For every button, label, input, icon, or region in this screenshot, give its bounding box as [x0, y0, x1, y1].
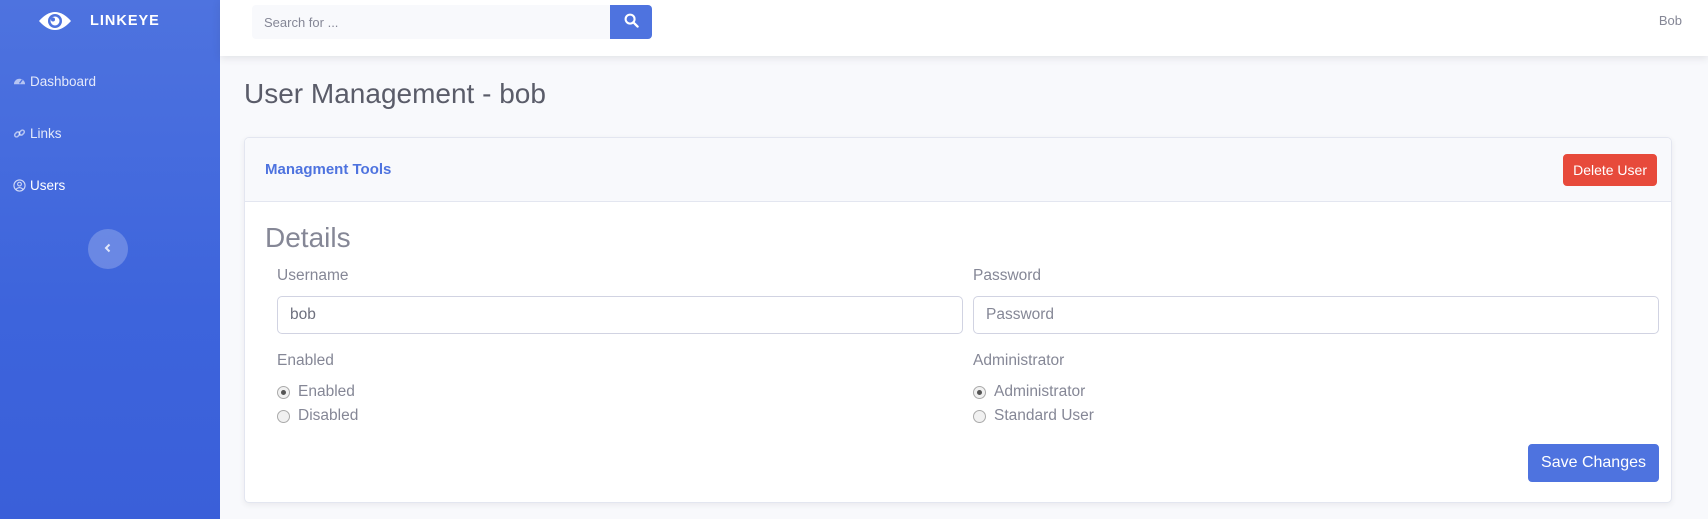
delete-user-button[interactable]: Delete User: [1563, 154, 1657, 186]
radio-label: Standard User: [994, 407, 1094, 424]
card-header: Managment Tools Delete User: [245, 138, 1671, 202]
radio-enabled[interactable]: Enabled: [277, 383, 355, 401]
search-button[interactable]: [610, 5, 652, 39]
brand[interactable]: LINKEYE: [36, 6, 160, 36]
brand-name: LINKEYE: [90, 13, 160, 29]
user-menu[interactable]: Bob: [1659, 13, 1682, 28]
sidebar-item-label: Links: [30, 126, 62, 141]
user-management-card: Managment Tools Delete User Details User…: [244, 137, 1672, 503]
radio-label: Enabled: [298, 383, 355, 400]
radio-label: Disabled: [298, 407, 359, 424]
radio-standard-user[interactable]: Standard User: [973, 407, 1094, 425]
eye-icon: [36, 7, 74, 35]
topbar: Bob: [220, 0, 1708, 56]
page-title: User Management - bob: [244, 78, 546, 109]
username-label: Username: [277, 267, 349, 284]
username-field[interactable]: [277, 296, 963, 334]
chevron-left-icon: [103, 240, 113, 258]
sidebar-toggle-button[interactable]: [88, 229, 128, 269]
radio-button[interactable]: [277, 409, 290, 423]
password-field[interactable]: [973, 296, 1659, 334]
sidebar: LINKEYE Dashboard Links Users: [0, 0, 220, 519]
radio-button[interactable]: [277, 385, 290, 399]
link-icon: [12, 127, 26, 141]
sidebar-item-dashboard[interactable]: Dashboard: [12, 74, 96, 89]
sidebar-item-users[interactable]: Users: [12, 178, 65, 193]
details-heading: Details: [265, 222, 351, 253]
radio-button[interactable]: [973, 409, 986, 423]
search-bar: [252, 5, 652, 39]
sidebar-item-label: Dashboard: [30, 74, 97, 89]
user-circle-icon: [12, 179, 26, 193]
password-label: Password: [973, 267, 1042, 284]
tachometer-icon: [12, 75, 26, 89]
radio-disabled[interactable]: Disabled: [277, 407, 358, 425]
radio-button[interactable]: [973, 385, 986, 399]
card-header-title: Managment Tools: [265, 161, 392, 178]
administrator-label: Administrator: [973, 352, 1065, 369]
sidebar-item-label: Users: [30, 178, 66, 193]
enabled-label: Enabled: [277, 352, 334, 369]
save-changes-button[interactable]: Save Changes: [1528, 444, 1659, 482]
sidebar-item-links[interactable]: Links: [12, 126, 62, 141]
search-icon: [624, 13, 639, 31]
radio-label: Administrator: [994, 383, 1086, 400]
radio-administrator[interactable]: Administrator: [973, 383, 1085, 401]
search-input[interactable]: [252, 5, 610, 39]
